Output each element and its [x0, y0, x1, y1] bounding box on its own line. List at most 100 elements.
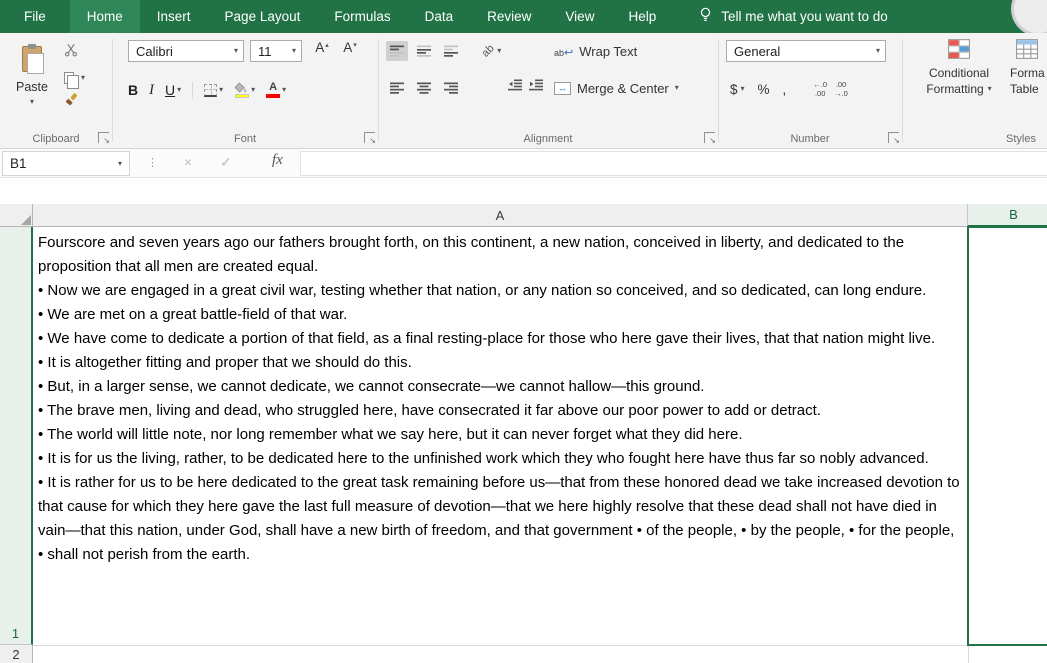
lightbulb-icon	[699, 6, 712, 27]
insert-function-button[interactable]: fx	[272, 152, 283, 169]
tab-help[interactable]: Help	[611, 0, 673, 33]
decrease-indent-button[interactable]	[508, 78, 522, 96]
number-format-value: General	[734, 43, 781, 59]
cell-text-line: • It is rather for us to be here dedicat…	[38, 474, 960, 539]
tell-me-label: Tell me what you want to do	[721, 9, 888, 24]
column-header-A[interactable]: A	[33, 204, 968, 227]
caret-down-icon: ▾	[251, 85, 256, 94]
paste-button[interactable]: Paste ▾	[6, 39, 58, 129]
tab-review[interactable]: Review	[470, 0, 548, 33]
select-all-corner[interactable]	[0, 204, 33, 227]
excel-window: File Home Insert Page Layout Formulas Da…	[0, 0, 1047, 663]
confirm-entry-button[interactable]: ✓	[220, 154, 232, 171]
number-format-combobox[interactable]: General ▾	[726, 40, 886, 62]
font-size-combobox[interactable]: 11 ▾	[250, 40, 302, 62]
dollar-icon: $	[730, 81, 738, 97]
decrease-indent-icon	[508, 79, 522, 91]
align-left-button[interactable]	[386, 78, 408, 98]
alignment-dialog-launcher[interactable]: ↘	[704, 132, 716, 145]
percent-style-button[interactable]: %	[758, 82, 770, 97]
tab-home[interactable]: Home	[69, 0, 140, 33]
conditional-formatting-label-2: Formatting	[926, 81, 984, 96]
borders-button[interactable]: ▾	[204, 83, 223, 97]
align-right-icon	[444, 82, 458, 94]
tab-view[interactable]: View	[548, 0, 611, 33]
cancel-entry-button[interactable]: ×	[184, 154, 192, 170]
format-painter-button[interactable]	[64, 93, 85, 111]
caret-down-icon: ▾	[117, 158, 122, 168]
copy-button[interactable]: ▾	[64, 69, 85, 89]
bold-button[interactable]: B	[128, 82, 138, 98]
formula-input[interactable]	[300, 151, 1047, 176]
alignment-group-label: Alignment	[523, 133, 573, 145]
return-arrow-icon: ↩	[564, 46, 574, 59]
decrease-font-size-button[interactable]: A ▾	[338, 40, 362, 62]
clipboard-dialog-launcher[interactable]: ↘	[98, 132, 110, 145]
caret-down-icon: ▾	[987, 84, 992, 94]
borders-icon	[204, 83, 218, 97]
cell-text-line: • It is altogether fitting and proper th…	[38, 354, 412, 371]
top-align-button[interactable]	[386, 41, 408, 61]
cell-text-line: • It is for us the living, rather, to be…	[38, 450, 929, 467]
font-size-value: 11	[258, 43, 272, 59]
bottom-align-button[interactable]	[440, 41, 462, 61]
caret-down-icon: ▾	[875, 46, 880, 55]
formula-bar: B1 ▾ ⋮ × ✓ fx	[0, 149, 1047, 178]
cell-text-line: • We have come to dedicate a portion of …	[38, 330, 936, 347]
increase-font-size-button[interactable]: A ▴	[310, 40, 334, 62]
tab-insert[interactable]: Insert	[140, 0, 208, 33]
row-header-1[interactable]: 1	[0, 227, 33, 645]
tab-formulas[interactable]: Formulas	[317, 0, 407, 33]
font-group-label: Font	[233, 133, 256, 145]
increase-indent-button[interactable]	[529, 78, 543, 96]
account-avatar[interactable]	[1011, 0, 1047, 36]
cell-text-line: • The brave men, living and dead, who st…	[38, 402, 821, 419]
italic-button[interactable]: I	[149, 82, 154, 99]
cell-A1[interactable]: Fourscore and seven years ago our father…	[34, 227, 968, 645]
name-box[interactable]: B1 ▾	[2, 151, 130, 176]
number-dialog-launcher[interactable]: ↘	[888, 132, 900, 145]
arrow-up-icon: ▴	[325, 42, 329, 49]
decrease-decimal-icon: .00	[835, 79, 847, 89]
underline-button[interactable]: U ▾	[165, 82, 181, 98]
column-header-B[interactable]: B	[968, 204, 1047, 227]
tab-file[interactable]: File	[0, 0, 70, 33]
format-as-table-button[interactable]: Forma Table	[1010, 39, 1047, 97]
wrap-text-icon: ab↩	[554, 44, 573, 59]
conditional-formatting-label-1: Conditional	[928, 66, 990, 80]
format-as-table-label-1: Forma	[1010, 66, 1045, 80]
letter-a: A	[343, 40, 353, 55]
font-dialog-launcher[interactable]: ↘	[364, 132, 376, 145]
cut-button[interactable]	[64, 43, 85, 62]
align-center-button[interactable]	[413, 78, 435, 98]
clipboard-group: Paste ▾ ▾ Clipboard ↘	[0, 33, 112, 148]
wrap-text-label: Wrap Text	[579, 43, 638, 59]
merge-and-center-button[interactable]: ↔ Merge & Center ▾	[554, 76, 679, 100]
arrow-down-icon: ▾	[353, 42, 357, 49]
styles-group-label: Styles	[1006, 133, 1036, 145]
middle-align-button[interactable]	[413, 41, 435, 61]
accounting-format-button[interactable]: $ ▾	[730, 82, 745, 97]
scissors-icon	[64, 43, 78, 62]
font-name-combobox[interactable]: Calibri ▾	[128, 40, 244, 62]
align-right-button[interactable]	[440, 78, 462, 98]
merge-center-icon: ↔	[554, 81, 571, 95]
conditional-formatting-button[interactable]: Conditional Formatting ▾	[910, 39, 1008, 97]
orientation-icon: ab	[479, 42, 497, 60]
font-color-icon: A	[266, 82, 281, 98]
fill-color-button[interactable]: ▾	[234, 82, 255, 98]
tab-data[interactable]: Data	[408, 0, 471, 33]
wrap-text-button[interactable]: ab↩ Wrap Text	[554, 39, 637, 63]
comma-style-button[interactable]: ,	[783, 82, 787, 97]
increase-decimal-button[interactable]: ←.0 .00	[813, 80, 827, 99]
row-header-2[interactable]: 2	[0, 645, 33, 663]
increase-indent-icon	[529, 79, 543, 91]
decrease-decimal-button[interactable]: .00 →.0	[834, 80, 848, 99]
paste-clipboard-icon	[22, 44, 44, 74]
font-color-button[interactable]: A ▾	[266, 82, 286, 98]
letter-a: A	[315, 40, 325, 55]
tell-me-box[interactable]: Tell me what you want to do	[699, 0, 888, 33]
selection-border-B1	[967, 226, 1047, 646]
orientation-button[interactable]: ab ▾	[479, 41, 502, 61]
tab-page-layout[interactable]: Page Layout	[208, 0, 318, 33]
